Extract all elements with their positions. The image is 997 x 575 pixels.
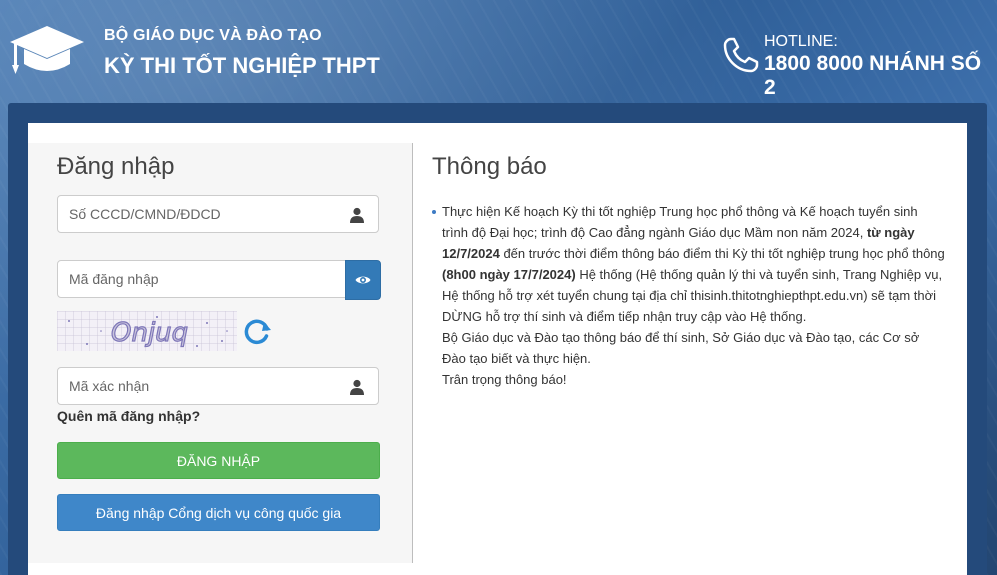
user-icon <box>350 207 364 223</box>
login-button[interactable]: ĐĂNG NHẬP <box>57 442 380 479</box>
id-number-input[interactable] <box>58 196 378 232</box>
forgot-code-link[interactable]: Quên mã đăng nhập? <box>57 408 200 424</box>
hotline-label: HOTLINE: <box>764 33 838 50</box>
org-name: BỘ GIÁO DỤC VÀ ĐÀO TẠO <box>104 27 322 44</box>
notice-date-end: (8h00 ngày 17/7/2024) <box>442 267 576 282</box>
site-header: BỘ GIÁO DỤC VÀ ĐÀO TẠO KỲ THI TỐT NGHIỆP… <box>0 0 997 100</box>
password-input[interactable] <box>58 261 345 297</box>
eye-icon <box>355 276 371 284</box>
notice-text: đến trước thời điểm thông báo điểm thi K… <box>499 246 945 261</box>
notice-text: Thực hiện Kế hoạch Kỳ thi tốt nghiệp Tru… <box>442 204 918 240</box>
column-divider <box>412 143 413 563</box>
national-portal-login-button[interactable]: Đăng nhập Cổng dịch vụ công quốc gia <box>57 494 380 531</box>
graduation-cap-icon <box>10 26 84 74</box>
id-number-field <box>57 195 379 233</box>
show-password-button[interactable] <box>345 260 381 300</box>
notice-paragraph-1: Thực hiện Kế hoạch Kỳ thi tốt nghiệp Tru… <box>442 201 946 327</box>
refresh-captcha-icon[interactable] <box>242 317 272 347</box>
password-field <box>57 260 346 298</box>
login-title: Đăng nhập <box>57 153 175 180</box>
captcha-text: Onjuq <box>111 318 188 348</box>
notice-paragraph-3: Trân trọng thông báo! <box>442 372 567 387</box>
notice-bullet <box>432 210 436 214</box>
captcha-field <box>57 367 379 405</box>
notice-body: Thực hiện Kế hoạch Kỳ thi tốt nghiệp Tru… <box>442 201 946 390</box>
notice-paragraph-2: Bộ Giáo dục và Đào tạo thông báo để thí … <box>442 330 920 366</box>
captcha-image: Onjuq <box>57 311 237 351</box>
phone-icon <box>723 37 759 73</box>
notice-title: Thông báo <box>432 153 547 180</box>
captcha-input[interactable] <box>58 368 378 404</box>
hotline-number: 1800 8000 NHÁNH SỐ 2 <box>764 52 982 99</box>
user-icon <box>350 379 364 395</box>
site-title: KỲ THI TỐT NGHIỆP THPT <box>104 53 380 78</box>
content-panel: Đăng nhập Onjuq <box>28 123 967 575</box>
